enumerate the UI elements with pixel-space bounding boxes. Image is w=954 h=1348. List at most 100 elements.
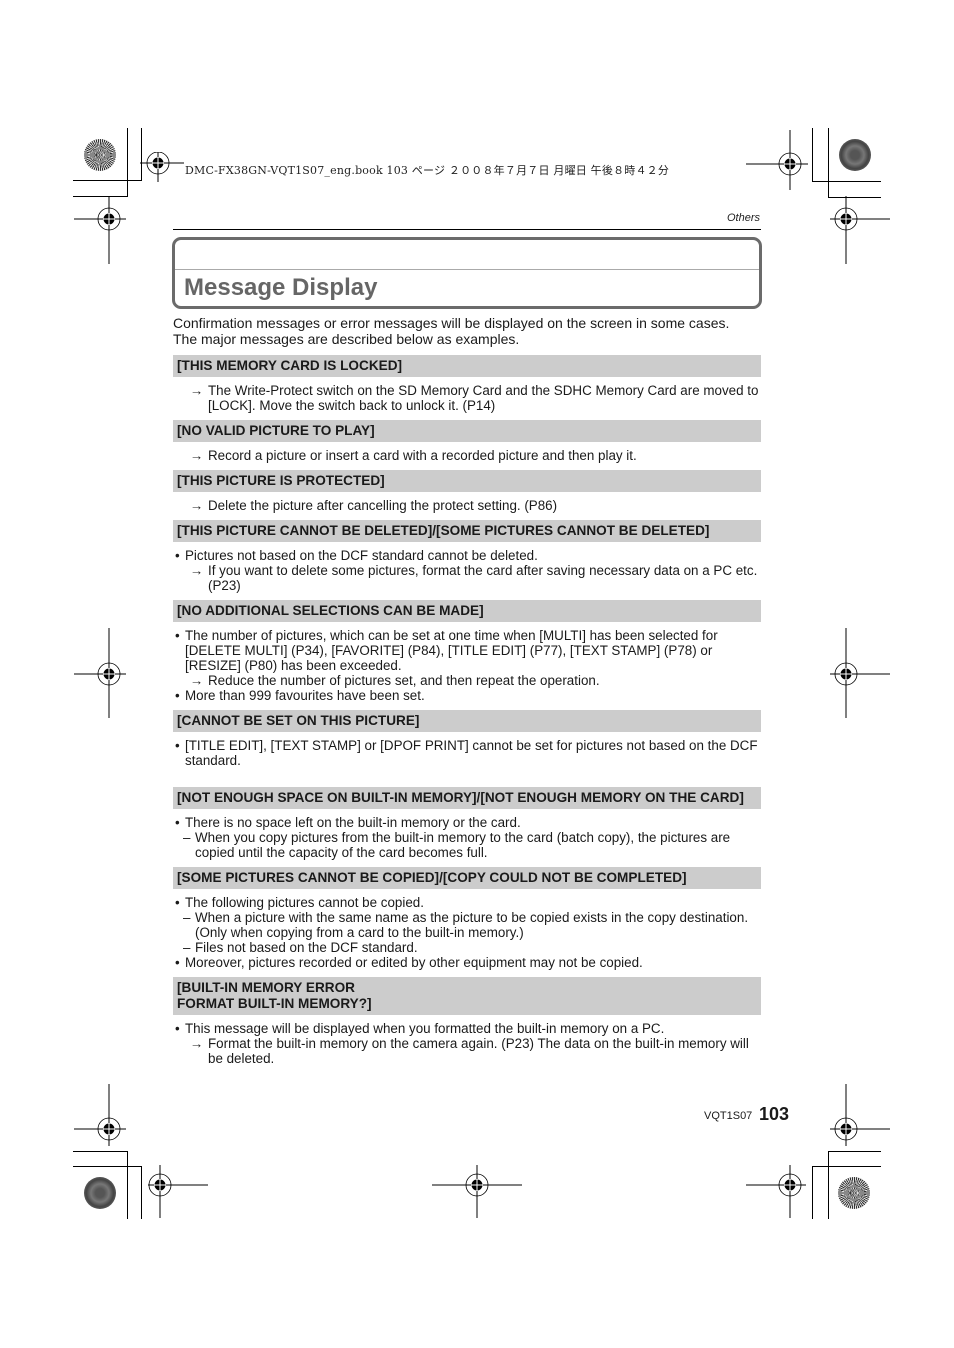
item-text: When you copy pictures from the built-in… — [195, 830, 731, 860]
message-body: • The following pictures cannot be copied… — [173, 895, 761, 970]
section-label: Others — [726, 212, 760, 224]
header-rule — [173, 229, 761, 230]
page-title: Message Display — [184, 274, 378, 301]
registration-target-icon — [432, 1165, 522, 1218]
dash-item: – When you copy pictures from the built-i… — [173, 830, 761, 860]
color-wheel-icon — [84, 1177, 116, 1209]
message-heading: [THIS PICTURE IS PROTECTED] — [173, 470, 761, 492]
registration-target-icon — [74, 1084, 126, 1146]
bullet-item: • The following pictures cannot be copied… — [173, 895, 761, 910]
registration-target-icon — [830, 1084, 890, 1146]
message-section: [CANNOT BE SET ON THIS PICTURE] • [TITLE E… — [173, 710, 761, 768]
content: Confirmation messages or error messages … — [173, 315, 761, 1073]
dash-icon: – — [183, 830, 191, 845]
bullet-item: • This message will be displayed when you… — [173, 1021, 761, 1036]
message-body: • The number of pictures, which can be se… — [173, 628, 761, 703]
arrow-item: → Record a picture or insert a card with … — [173, 448, 761, 463]
bullet-item: • There is no space left on the built-in … — [173, 815, 761, 830]
arrow-item: → Format the built-in memory on the camer… — [173, 1036, 761, 1066]
dash-icon: – — [183, 940, 191, 955]
color-wheel-icon — [838, 1177, 870, 1209]
registration-target-icon — [746, 130, 808, 190]
message-section: [THIS MEMORY CARD IS LOCKED] → The Write-P… — [173, 355, 761, 413]
color-wheel-icon — [839, 139, 871, 171]
registration-target-icon — [746, 1165, 806, 1218]
item-text: This message will be displayed when you … — [185, 1021, 665, 1036]
item-text: Moreover, pictures recorded or edited by… — [185, 955, 643, 970]
crop-line — [828, 128, 829, 197]
arrow-icon: → — [190, 563, 204, 578]
item-text: The number of pictures, which can be set… — [185, 628, 718, 673]
dash-item: – Files not based on the DCF standard. — [173, 940, 761, 955]
message-section: [THIS PICTURE IS PROTECTED] → Delete the p… — [173, 470, 761, 513]
crop-line — [127, 1151, 128, 1219]
dash-item: – When a picture with the same name as th… — [173, 910, 761, 940]
item-text: The following pictures cannot be copied. — [185, 895, 424, 910]
message-section: [SOME PICTURES CANNOT BE COPIED]/[COPY C… — [173, 867, 761, 970]
crop-line — [127, 128, 128, 196]
message-section: [NO VALID PICTURE TO PLAY] → Record a pict… — [173, 420, 761, 463]
bullet-icon: • — [175, 955, 180, 970]
message-list: [THIS MEMORY CARD IS LOCKED] → The Write-P… — [173, 355, 761, 1066]
bullet-icon: • — [175, 895, 180, 910]
message-heading: [BUILT-IN MEMORY ERROR FORMAT BUILT-IN ME… — [173, 977, 761, 1015]
message-body: • Pictures not based on the DCF standard … — [173, 548, 761, 593]
page-number: 103 — [759, 1104, 790, 1124]
bullet-icon: • — [175, 738, 180, 753]
registration-target-icon — [148, 1165, 208, 1218]
item-text: Reduce the number of pictures set, and t… — [208, 673, 600, 688]
message-section: [NO ADDITIONAL SELECTIONS CAN BE MADE] • T… — [173, 600, 761, 703]
arrow-icon: → — [190, 448, 204, 463]
bullet-icon: • — [175, 688, 180, 703]
item-text: [TITLE EDIT], [TEXT STAMP] or [DPOF PRIN… — [185, 738, 758, 768]
item-text: The Write-Protect switch on the SD Memor… — [208, 383, 759, 413]
registration-target-icon — [140, 152, 184, 182]
item-text: Delete the picture after cancelling the … — [208, 498, 558, 513]
model-code: VQT1S07 — [704, 1110, 753, 1122]
crop-line — [812, 1166, 881, 1167]
message-section: [NOT ENOUGH SPACE ON BUILT-IN MEMORY]/[N… — [173, 775, 761, 860]
color-wheel-icon — [84, 139, 116, 171]
message-body: • This message will be displayed when you… — [173, 1021, 761, 1066]
message-body: → The Write-Protect switch on the SD Memo… — [173, 383, 761, 413]
bullet-item: • [TITLE EDIT], [TEXT STAMP] or [DPOF PRI… — [173, 738, 761, 768]
registration-target-icon — [74, 628, 126, 718]
item-text: More than 999 favourites have been set. — [185, 688, 425, 703]
item-text: Record a picture or insert a card with a… — [208, 448, 637, 463]
message-section: [THIS PICTURE CANNOT BE DELETED]/[SOME P… — [173, 520, 761, 593]
bullet-icon: • — [175, 548, 180, 563]
bullet-item: • Moreover, pictures recorded or edited b… — [173, 955, 761, 970]
message-heading: [NOT ENOUGH SPACE ON BUILT-IN MEMORY]/[N… — [173, 787, 761, 809]
crop-line — [828, 1151, 829, 1219]
message-heading: [CANNOT BE SET ON THIS PICTURE] — [173, 710, 761, 732]
message-heading: [THIS PICTURE CANNOT BE DELETED]/[SOME P… — [173, 520, 761, 542]
message-heading-line: FORMAT BUILT-IN MEMORY?] — [177, 996, 372, 1011]
crop-line — [73, 180, 142, 181]
bullet-item: • The number of pictures, which can be se… — [173, 628, 761, 673]
arrow-icon: → — [190, 383, 204, 398]
item-text: Files not based on the DCF standard. — [195, 940, 418, 955]
message-heading: [SOME PICTURES CANNOT BE COPIED]/[COPY C… — [173, 867, 761, 889]
intro-line: Confirmation messages or error messages … — [173, 315, 730, 331]
registration-target-icon — [830, 628, 890, 718]
arrow-icon: → — [190, 673, 204, 688]
message-heading: [THIS MEMORY CARD IS LOCKED] — [173, 355, 761, 377]
message-body: • [TITLE EDIT], [TEXT STAMP] or [DPOF PRI… — [173, 738, 761, 768]
title-box-divider — [175, 269, 759, 270]
item-text: Format the built-in memory on the camera… — [208, 1036, 749, 1066]
message-body: → Record a picture or insert a card with … — [173, 448, 761, 463]
arrow-item: → Reduce the number of pictures set, and … — [173, 673, 761, 688]
crop-line — [73, 1166, 142, 1167]
message-section: [BUILT-IN MEMORY ERROR FORMAT BUILT-IN ME… — [173, 977, 761, 1066]
arrow-icon: → — [190, 498, 204, 513]
registration-target-icon — [830, 196, 890, 264]
message-body: → Delete the picture after cancelling the… — [173, 498, 761, 513]
title-box: Message Display — [172, 237, 762, 309]
print-header: DMC-FX38GN-VQT1S07_eng.book 103 ページ ２００８… — [185, 164, 670, 177]
item-text: If you want to delete some pictures, for… — [208, 563, 758, 593]
dash-icon: – — [183, 910, 191, 925]
arrow-item: → If you want to delete some pictures, fo… — [173, 563, 761, 593]
item-text: Pictures not based on the DCF standard c… — [185, 548, 538, 563]
registration-target-icon — [74, 196, 126, 264]
